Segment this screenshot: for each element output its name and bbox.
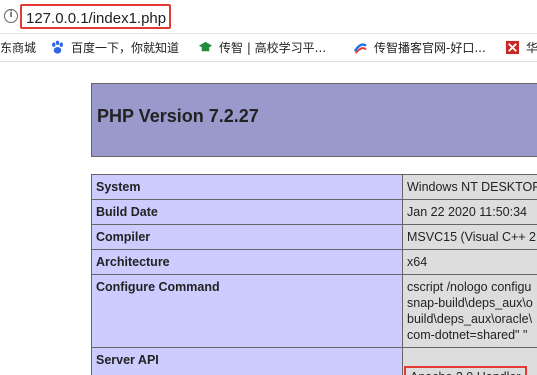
table-row: Architecture x64 — [91, 249, 537, 275]
baidu-paw-icon — [52, 40, 63, 54]
php-info-table: System Windows NT DESKTOP Build Date Jan… — [91, 174, 537, 375]
table-row: Build Date Jan 22 2020 11:50:34 — [91, 199, 537, 225]
row-value-system: Windows NT DESKTOP — [402, 174, 537, 200]
red-logo-icon — [505, 40, 520, 55]
address-bar: i 127.0.0.1/index1.php — [0, 0, 537, 34]
info-icon[interactable]: i — [4, 9, 18, 23]
row-key-compiler: Compiler — [91, 224, 403, 250]
row-key-architecture: Architecture — [91, 249, 403, 275]
row-value-architecture: x64 — [402, 249, 537, 275]
url-field[interactable]: 127.0.0.1/index1.php — [20, 4, 171, 29]
server-api-highlight: Apache 2.0 Handler — [404, 366, 527, 375]
row-key-server-api: Server API — [91, 347, 403, 375]
graduation-cap-icon — [198, 41, 213, 52]
bookmarks-bar: 东商城 百度一下，你就知道 传智 | 高校学习平... 传智播客官网-好口...… — [0, 34, 537, 62]
table-row: Configure Command cscript /nologo config… — [91, 274, 537, 348]
row-value-configure-command: cscript /nologo configu snap-build\deps_… — [402, 274, 537, 348]
row-key-configure-command: Configure Command — [91, 274, 403, 348]
row-value-compiler: MSVC15 (Visual C++ 2 — [402, 224, 537, 250]
bookmark-baidu[interactable]: 百度一下，你就知道 — [71, 40, 179, 56]
row-key-build-date: Build Date — [91, 199, 403, 225]
bookmark-hua[interactable]: 华 — [526, 40, 537, 56]
table-row: Compiler MSVC15 (Visual C++ 2 — [91, 224, 537, 250]
table-row: Server API Apache 2.0 Handler — [91, 347, 537, 375]
bookmark-jd-mall[interactable]: 东商城 — [0, 40, 36, 56]
php-version-header: PHP Version 7.2.27 — [91, 83, 537, 157]
url-text: 127.0.0.1/index1.php — [26, 10, 167, 27]
page-title: PHP Version 7.2.27 — [97, 106, 259, 126]
row-value-build-date: Jan 22 2020 11:50:34 — [402, 199, 537, 225]
bookmark-itcast[interactable]: 传智播客官网-好口... — [374, 40, 486, 56]
row-value-server-api: Apache 2.0 Handler — [402, 347, 537, 375]
table-row: System Windows NT DESKTOP — [91, 174, 537, 200]
itcast-logo-icon — [353, 43, 367, 54]
row-key-system: System — [91, 174, 403, 200]
page-content: PHP Version 7.2.27 System Windows NT DES… — [0, 62, 537, 375]
bookmark-chuanzhi[interactable]: 传智 | 高校学习平... — [219, 40, 326, 56]
